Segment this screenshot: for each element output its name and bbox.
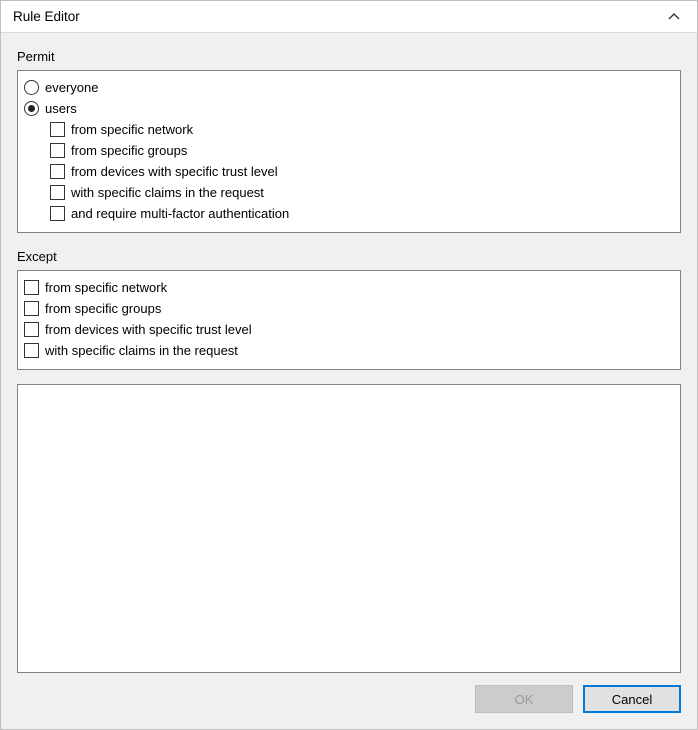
radio-icon xyxy=(24,80,39,95)
chevron-up-icon xyxy=(667,10,681,24)
except-specific-claims[interactable]: with specific claims in the request xyxy=(24,340,672,361)
window-title: Rule Editor xyxy=(13,9,80,24)
condition-require-mfa[interactable]: and require multi-factor authentication xyxy=(50,203,672,224)
button-row: OK Cancel xyxy=(17,673,681,715)
checkbox-icon xyxy=(24,322,39,337)
checkbox-icon xyxy=(24,301,39,316)
permit-panel: everyone users from specific network fro… xyxy=(17,70,681,233)
rule-editor-window: Rule Editor Permit everyone users from s… xyxy=(0,0,698,730)
except-specific-network[interactable]: from specific network xyxy=(24,277,672,298)
checkbox-icon xyxy=(50,122,65,137)
condition-label: with specific claims in the request xyxy=(71,185,264,200)
permit-label: Permit xyxy=(17,49,681,64)
permit-option-label: users xyxy=(45,101,77,116)
condition-label: from specific groups xyxy=(71,143,187,158)
details-panel xyxy=(17,384,681,673)
permit-option-everyone[interactable]: everyone xyxy=(24,77,672,98)
except-panel: from specific network from specific grou… xyxy=(17,270,681,370)
condition-label: and require multi-factor authentication xyxy=(71,206,289,221)
except-trust-level[interactable]: from devices with specific trust level xyxy=(24,319,672,340)
checkbox-icon xyxy=(50,185,65,200)
user-conditions: from specific network from specific grou… xyxy=(24,119,672,224)
condition-label: from specific network xyxy=(71,122,193,137)
checkbox-icon xyxy=(50,143,65,158)
except-label: Except xyxy=(17,249,681,264)
titlebar: Rule Editor xyxy=(1,1,697,33)
condition-specific-network[interactable]: from specific network xyxy=(50,119,672,140)
cancel-button[interactable]: Cancel xyxy=(583,685,681,713)
checkbox-icon xyxy=(50,164,65,179)
condition-label: from devices with specific trust level xyxy=(71,164,278,179)
except-condition-label: from specific network xyxy=(45,280,167,295)
radio-icon xyxy=(24,101,39,116)
collapse-button[interactable] xyxy=(661,4,687,30)
checkbox-icon xyxy=(24,343,39,358)
except-condition-label: with specific claims in the request xyxy=(45,343,238,358)
checkbox-icon xyxy=(50,206,65,221)
permit-option-users[interactable]: users xyxy=(24,98,672,119)
except-condition-label: from devices with specific trust level xyxy=(45,322,252,337)
condition-specific-groups[interactable]: from specific groups xyxy=(50,140,672,161)
content-area: Permit everyone users from specific netw… xyxy=(1,33,697,729)
except-condition-label: from specific groups xyxy=(45,301,161,316)
ok-button-label: OK xyxy=(515,692,534,707)
cancel-button-label: Cancel xyxy=(612,692,652,707)
condition-specific-claims[interactable]: with specific claims in the request xyxy=(50,182,672,203)
checkbox-icon xyxy=(24,280,39,295)
ok-button: OK xyxy=(475,685,573,713)
except-specific-groups[interactable]: from specific groups xyxy=(24,298,672,319)
permit-option-label: everyone xyxy=(45,80,98,95)
condition-trust-level[interactable]: from devices with specific trust level xyxy=(50,161,672,182)
